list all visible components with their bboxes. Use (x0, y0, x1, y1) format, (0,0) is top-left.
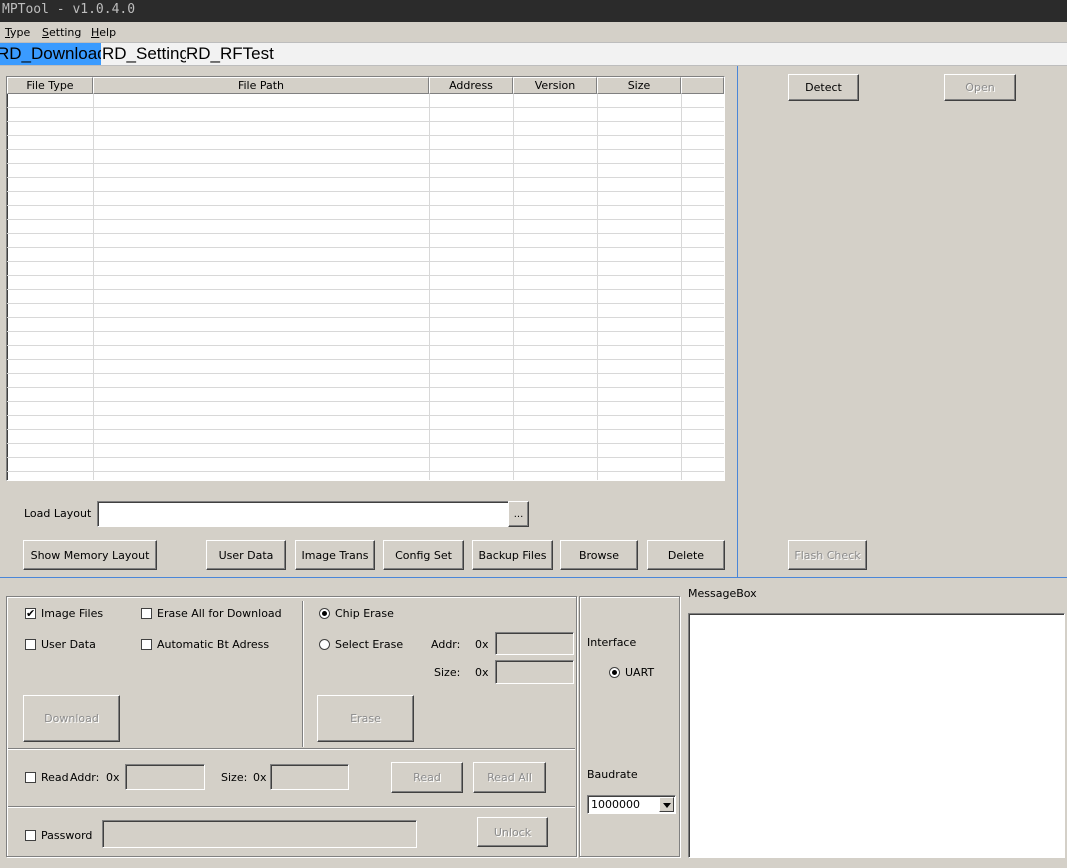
table-header: File Type File Path Address Version Size (7, 77, 724, 94)
baudrate-select[interactable]: 1000000 (587, 795, 676, 814)
erase-addr-input[interactable] (495, 632, 574, 655)
uart-radio[interactable] (609, 667, 620, 678)
tab-bar: RD_Download RD_Setting RD_RFTest (0, 42, 1067, 66)
read-addr-label: Addr: (70, 771, 100, 784)
messagebox-text-area[interactable] (688, 613, 1065, 858)
config-set-button[interactable]: Config Set (383, 540, 464, 570)
select-erase-label: Select Erase (335, 638, 404, 651)
load-layout-label: Load Layout (24, 507, 92, 520)
automatic-bt-checkbox[interactable] (141, 639, 152, 650)
tab-rd-download[interactable]: RD_Download (0, 43, 101, 65)
group-divider (302, 601, 304, 747)
read-all-button[interactable]: Read All (473, 762, 546, 793)
erase-all-checkbox[interactable] (141, 608, 152, 619)
column-header-file-type[interactable]: File Type (7, 77, 93, 94)
user-data-checkbox[interactable] (25, 639, 36, 650)
password-label: Password (41, 829, 93, 842)
erase-addr-prefix: 0x (475, 638, 489, 651)
interface-label: Interface (587, 636, 637, 649)
column-header-version[interactable]: Version (513, 77, 597, 94)
erase-button[interactable]: Erase (317, 695, 414, 742)
tab-rd-setting[interactable]: RD_Setting (102, 43, 186, 65)
uart-label: UART (625, 666, 655, 679)
file-table[interactable]: File Type File Path Address Version Size (6, 76, 725, 481)
read-button[interactable]: Read (391, 762, 463, 793)
open-button[interactable]: Open (944, 74, 1016, 101)
image-files-checkbox[interactable]: ✔ (25, 608, 36, 619)
read-size-prefix: 0x (253, 771, 267, 784)
backup-files-button[interactable]: Backup Files (472, 540, 553, 570)
column-header-file-path[interactable]: File Path (93, 77, 429, 94)
group-divider (8, 748, 575, 750)
user-data-button[interactable]: User Data (206, 540, 286, 570)
chevron-down-icon[interactable] (659, 797, 674, 812)
automatic-bt-label: Automatic Bt Adress (157, 638, 270, 651)
table-rows[interactable] (7, 94, 724, 480)
read-size-label: Size: (221, 771, 248, 784)
menu-help[interactable]: Help (91, 26, 116, 39)
chip-erase-label: Chip Erase (335, 607, 394, 620)
erase-size-input[interactable] (495, 660, 574, 684)
password-checkbox[interactable] (25, 830, 36, 841)
baudrate-value: 1000000 (591, 798, 640, 811)
menu-bar: Type Setting Help (0, 22, 1067, 42)
erase-all-label: Erase All for Download (157, 607, 282, 620)
read-addr-input[interactable] (125, 764, 205, 790)
read-size-input[interactable] (270, 764, 349, 790)
horizontal-splitter[interactable] (0, 577, 1067, 578)
unlock-button[interactable]: Unlock (477, 817, 548, 847)
password-input[interactable] (102, 820, 417, 848)
browse-button[interactable]: Browse (560, 540, 638, 570)
menu-setting[interactable]: Setting (42, 26, 81, 39)
download-button[interactable]: Download (23, 695, 120, 742)
column-divider (513, 94, 514, 480)
show-memory-layout-button[interactable]: Show Memory Layout (23, 540, 157, 570)
read-label: Read (41, 771, 69, 784)
column-divider (681, 94, 682, 480)
erase-addr-label: Addr: (431, 638, 461, 651)
window-title: MPTool - v1.0.4.0 (2, 2, 136, 17)
group-divider (8, 806, 575, 808)
erase-size-label: Size: (434, 666, 461, 679)
column-divider (93, 94, 94, 480)
erase-size-prefix: 0x (475, 666, 489, 679)
column-header-address[interactable]: Address (429, 77, 513, 94)
tab-rd-rftest[interactable]: RD_RFTest (186, 43, 296, 65)
baudrate-label: Baudrate (587, 768, 638, 781)
flash-check-button[interactable]: Flash Check (788, 540, 867, 570)
menu-type[interactable]: Type (5, 26, 30, 39)
load-layout-browse-button[interactable]: ... (508, 501, 529, 527)
column-header-size[interactable]: Size (597, 77, 681, 94)
detect-button[interactable]: Detect (788, 74, 859, 101)
delete-button[interactable]: Delete (647, 540, 725, 570)
column-divider (597, 94, 598, 480)
column-divider (429, 94, 430, 480)
user-data-label: User Data (41, 638, 96, 651)
vertical-splitter[interactable] (737, 66, 738, 577)
select-erase-radio[interactable] (319, 639, 330, 650)
chip-erase-radio[interactable] (319, 608, 330, 619)
read-checkbox[interactable] (25, 772, 36, 783)
image-trans-button[interactable]: Image Trans (295, 540, 375, 570)
messagebox-label: MessageBox (688, 587, 757, 600)
column-header-extra[interactable] (681, 77, 724, 94)
read-addr-prefix: 0x (106, 771, 120, 784)
load-layout-input[interactable] (97, 501, 509, 527)
image-files-label: Image Files (41, 607, 104, 620)
window-title-bar: MPTool - v1.0.4.0 (0, 0, 1067, 22)
